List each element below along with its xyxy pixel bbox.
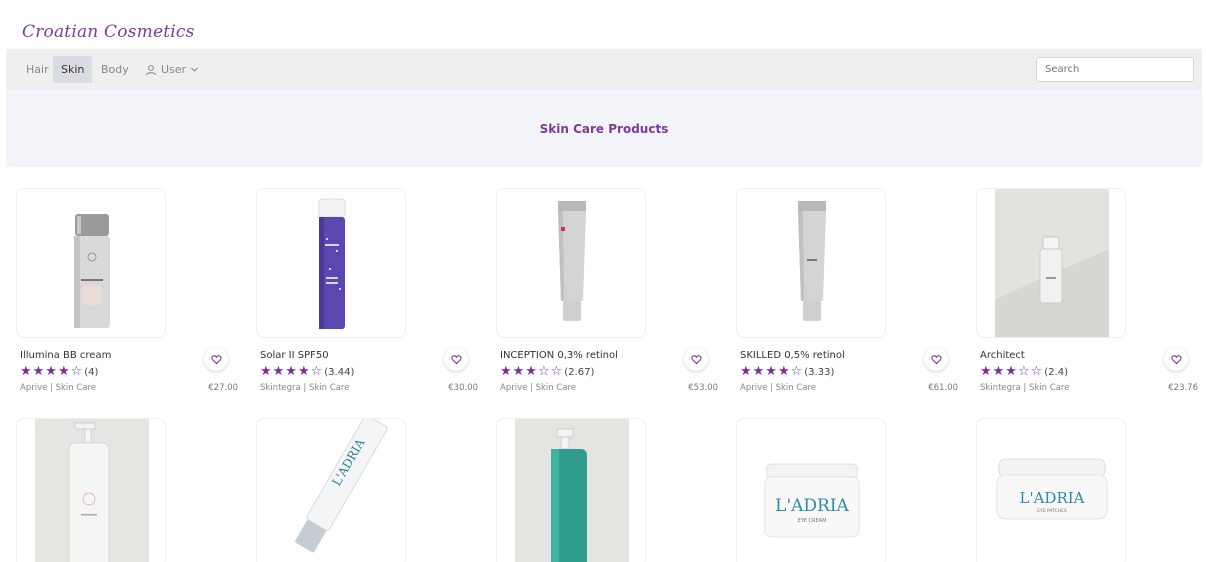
nav-user-label: User [161,63,187,76]
nav-body[interactable]: Body [93,56,137,83]
page-title: Skin Care Products [539,122,669,136]
product-image[interactable] [976,188,1126,338]
favorite-button[interactable] [684,347,708,371]
product-image[interactable] [256,188,406,338]
chevron-down-icon [191,67,198,72]
product-name[interactable]: INCEPTION 0,3% retinol [500,350,618,361]
product-image[interactable]: L'ADRIA [256,418,406,562]
favorite-button[interactable] [444,347,468,371]
product-image[interactable] [736,188,886,338]
product-price: €61.00 [928,383,958,393]
product-image[interactable] [16,418,166,562]
heart-icon [1170,354,1182,364]
user-icon [146,64,156,75]
rating-stars: ★★★☆☆(2.67) [500,364,594,379]
nav-hair[interactable]: Hair [18,56,57,83]
heart-icon [690,354,702,364]
rating-value: (3.33) [804,367,835,378]
product-price: €53.00 [688,383,718,393]
favorite-button[interactable] [1164,347,1188,371]
product-brand-category: Aprive | Skin Care [500,383,577,393]
product-image[interactable] [16,188,166,338]
product-brand-category: Skintegra | Skin Care [260,383,350,393]
favorite-button[interactable] [204,347,228,371]
product-image[interactable]: L'ADRIA EYE PATCHES [976,418,1126,562]
heart-icon [930,354,942,364]
rating-stars: ★★★★☆(3.44) [260,364,354,379]
jar-label: L'ADRIA [1020,489,1085,507]
star-icon: ★★★★☆ [260,364,324,379]
product-image[interactable] [496,418,646,562]
product-name[interactable]: SKILLED 0,5% retinol [740,350,845,361]
rating-value: (2.4) [1044,367,1068,378]
brand-logo[interactable]: Croatian Cosmetics [22,22,195,42]
rating-stars: ★★★★☆(3.33) [740,364,834,379]
heart-icon [450,354,462,364]
product-price: €23.76 [1168,383,1198,393]
search-input[interactable] [1036,57,1194,82]
rating-stars: ★★★☆☆(2.4) [980,364,1068,379]
product-price: €30.00 [448,383,478,393]
product-name[interactable]: Architect [980,350,1025,361]
main-navbar: Hair Skin Body User [6,49,1202,90]
jar-label: L'ADRIA [775,496,849,516]
product-price: €27.00 [208,383,238,393]
star-icon: ★★★☆☆ [980,364,1044,379]
star-icon: ★★★☆☆ [500,364,564,379]
hero-banner: Skin Care Products [6,90,1202,167]
rating-stars: ★★★★☆(4) [20,364,98,379]
product-name[interactable]: Illumina BB cream [20,350,111,361]
heart-icon [210,354,222,364]
nav-skin[interactable]: Skin [53,56,93,83]
nav-user-dropdown[interactable]: User [137,56,207,83]
product-image[interactable] [496,188,646,338]
favorite-button[interactable] [924,347,948,371]
rating-value: (3.44) [324,367,355,378]
product-brand-category: Skintegra | Skin Care [980,383,1070,393]
product-brand-category: Aprive | Skin Care [20,383,97,393]
jar-sublabel: EYE PATCHES [1037,508,1067,514]
rating-value: (2.67) [564,367,595,378]
product-brand-category: Aprive | Skin Care [740,383,817,393]
star-icon: ★★★★☆ [20,364,84,379]
rating-value: (4) [84,367,99,378]
product-image[interactable]: L'ADRIA EYE CREAM [736,418,886,562]
product-name[interactable]: Solar II SPF50 [260,350,329,361]
star-icon: ★★★★☆ [740,364,804,379]
jar-sublabel: EYE CREAM [798,518,827,524]
